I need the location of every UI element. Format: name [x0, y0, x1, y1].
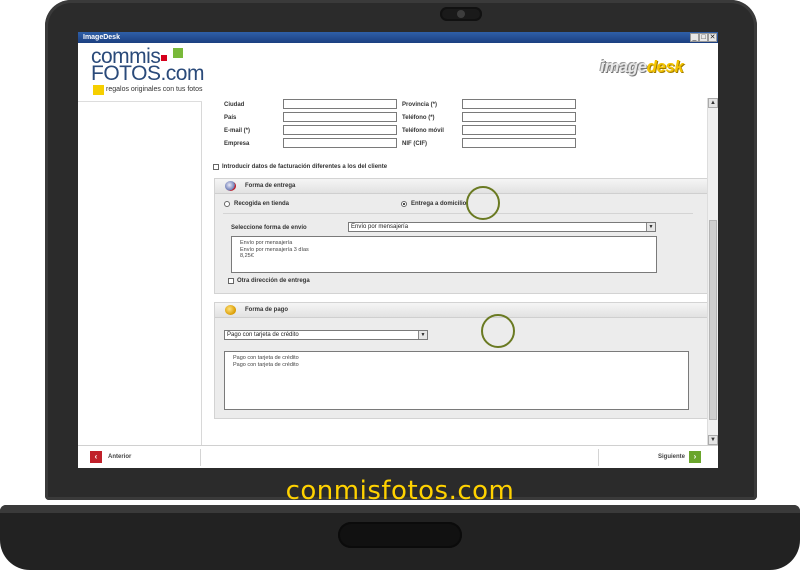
shipping-detail-line: 8,25€ [240, 253, 254, 259]
close-button[interactable]: ✕ [708, 33, 717, 42]
chevron-down-icon[interactable]: ▼ [418, 331, 427, 339]
shipping-method-select[interactable]: Envío por mensajería ▼ [348, 222, 656, 232]
minimize-button[interactable]: _ [690, 33, 699, 42]
navigation-footer: ‹ Anterior Siguiente › [78, 445, 718, 468]
delivery-section-header: Forma de entrega [215, 179, 707, 194]
delivery-divider [223, 213, 693, 214]
laptop-hinge [0, 505, 800, 513]
nif-field[interactable] [462, 138, 576, 148]
next-button[interactable]: Siguiente [658, 452, 685, 462]
pickup-in-store-label: Recogida en tienda [234, 201, 290, 207]
laptop-touchpad-notch [338, 522, 462, 548]
previous-button[interactable]: Anterior [108, 452, 131, 462]
shipping-method-label: Seleccione forma de envío [231, 225, 307, 231]
logo-yellow-square-icon [93, 85, 104, 95]
laptop-base [0, 505, 800, 570]
payment-details-box: Pago con tarjeta de crédito Pago con tar… [224, 351, 689, 410]
logo-red-square-icon [161, 55, 167, 61]
company-label: Empresa [224, 141, 250, 147]
billing-different-checkbox[interactable] [213, 164, 219, 170]
payment-coins-icon [225, 305, 236, 315]
previous-arrow-icon[interactable]: ‹ [90, 451, 102, 463]
mobile-field[interactable] [462, 125, 576, 135]
phone-field[interactable] [462, 112, 576, 122]
next-arrow-icon[interactable]: › [689, 451, 701, 463]
shipping-method-value: Envío por mensajería [351, 224, 409, 230]
province-label: Provincia (*) [402, 102, 438, 108]
imagedesk-logo: imagedesk [600, 57, 684, 77]
imagedesk-logo-part1: image [600, 57, 647, 76]
payment-method-select[interactable]: Pago con tarjeta de crédito ▼ [224, 330, 428, 340]
highlight-circle [481, 314, 515, 348]
payment-section-title: Forma de pago [245, 307, 289, 313]
footer-divider [598, 449, 599, 466]
logo-green-square-icon [173, 48, 183, 58]
mobile-label: Teléfono móvil [402, 128, 444, 134]
billing-different-label: Introducir datos de facturación diferent… [222, 164, 388, 170]
email-label: E-mail (*) [224, 128, 251, 134]
app-window: ImageDesk _ □ ✕ commis FOTOS.com regalos… [78, 32, 718, 468]
order-form-content: Ciudad País E-mail (*) Empresa Provincia… [202, 98, 707, 445]
logo-text-line2: FOTOS.com [91, 62, 204, 85]
window-title: ImageDesk [83, 34, 120, 41]
phone-label: Teléfono (*) [402, 115, 435, 121]
delivery-section: Forma de entrega Recogida en tienda Entr… [214, 178, 707, 294]
nif-label: NIF (CIF) [402, 141, 427, 147]
shipping-details-box: Envío por mensajería Envío por mensajerí… [231, 236, 657, 273]
app-header: commis FOTOS.com regalos originales con … [78, 43, 718, 102]
email-field[interactable] [283, 125, 397, 135]
province-field[interactable] [462, 99, 576, 109]
logo-tagline: regalos originales con tus fotos [106, 86, 203, 93]
pickup-in-store-radio[interactable] [224, 201, 230, 207]
vertical-scrollbar[interactable]: ▲ ▼ [707, 98, 718, 445]
city-field[interactable] [283, 99, 397, 109]
scrollbar-thumb[interactable] [709, 220, 717, 420]
chevron-down-icon[interactable]: ▼ [646, 223, 655, 231]
window-titlebar: ImageDesk _ □ ✕ [78, 32, 718, 43]
country-field[interactable] [283, 112, 397, 122]
payment-section-header: Forma de pago [215, 303, 707, 318]
webcam-lens [457, 10, 465, 18]
imagedesk-logo-part2: desk [646, 57, 684, 76]
highlight-circle [466, 186, 500, 220]
payment-detail-line: Pago con tarjeta de crédito [233, 361, 299, 368]
delivery-section-title: Forma de entrega [245, 183, 296, 189]
delivery-truck-icon [225, 181, 236, 191]
company-field[interactable] [283, 138, 397, 148]
other-address-checkbox[interactable] [228, 278, 234, 284]
scroll-up-icon[interactable]: ▲ [708, 98, 718, 108]
webcam [440, 7, 482, 21]
home-delivery-radio[interactable] [401, 201, 407, 207]
country-label: País [224, 115, 237, 121]
payment-section: Forma de pago Pago con tarjeta de crédit… [214, 302, 707, 419]
footer-divider [200, 449, 201, 466]
left-panel [78, 102, 202, 445]
scroll-down-icon[interactable]: ▼ [708, 435, 718, 445]
other-address-label: Otra dirección de entrega [237, 278, 310, 284]
city-label: Ciudad [224, 102, 245, 108]
home-delivery-label: Entrega a domicilio [411, 201, 467, 207]
maximize-button[interactable]: □ [699, 33, 708, 42]
brand-caption: conmisfotos.com [285, 476, 515, 506]
payment-method-value: Pago con tarjeta de crédito [227, 332, 299, 338]
